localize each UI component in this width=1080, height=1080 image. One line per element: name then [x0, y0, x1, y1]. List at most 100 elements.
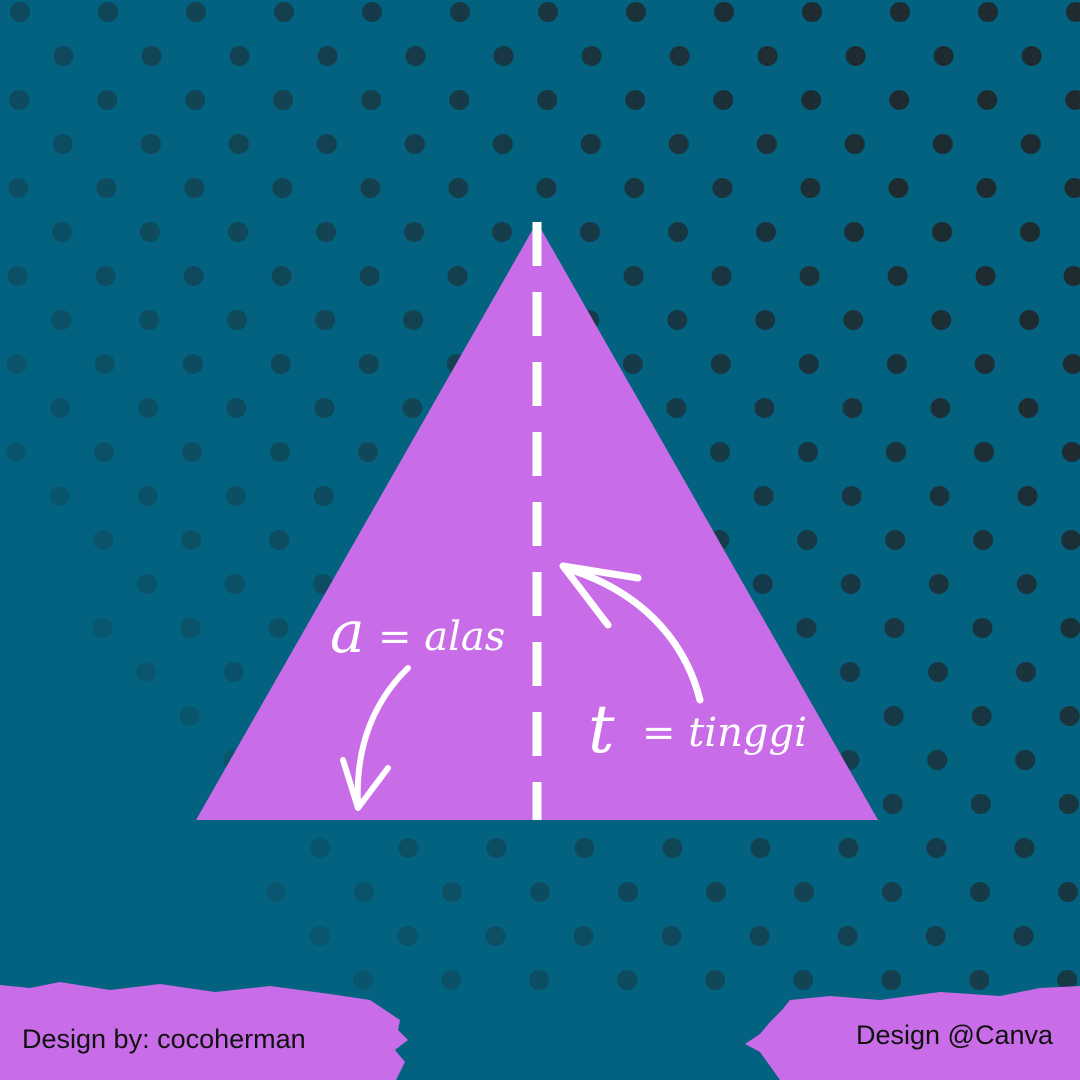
pattern-dot: [797, 530, 818, 550]
pattern-dot: [449, 90, 470, 110]
pattern-dot: [932, 222, 952, 242]
pattern-dot: [404, 134, 425, 154]
pattern-dot: [50, 398, 71, 418]
pattern-dot: [402, 398, 423, 418]
pattern-dot: [752, 574, 773, 594]
pattern-dot: [52, 134, 73, 154]
pattern-dot: [753, 486, 774, 506]
pattern-dot: [136, 574, 157, 594]
pattern-dot: [96, 178, 117, 198]
pattern-dot: [185, 90, 206, 110]
pattern-dot: [269, 530, 290, 550]
pattern-dot: [798, 442, 818, 462]
pattern-dot: [94, 354, 115, 374]
pattern-dot: [53, 46, 74, 66]
pattern-dot: [95, 266, 116, 286]
pattern-dot: [573, 926, 594, 946]
credit-right: Design @Canva: [856, 1020, 1054, 1050]
pattern-dot: [978, 2, 998, 22]
pattern-dot: [397, 926, 418, 946]
pattern-dot: [929, 486, 950, 506]
pattern-dot: [926, 838, 947, 858]
pattern-dot: [838, 838, 859, 858]
pattern-dot: [403, 310, 424, 330]
pattern-dot: [274, 2, 294, 22]
pattern-dot: [140, 134, 161, 154]
pattern-dot: [801, 90, 822, 110]
pattern-dot: [618, 882, 638, 902]
height-symbol-label: t: [588, 691, 615, 768]
pattern-dot: [841, 486, 862, 506]
pattern-dot: [448, 178, 469, 198]
pattern-dot: [6, 354, 27, 374]
pattern-dot: [705, 970, 726, 990]
pattern-dot: [749, 926, 770, 946]
pattern-dot: [932, 134, 953, 154]
pattern-dot: [184, 178, 205, 198]
pattern-dot: [361, 90, 382, 110]
canvas: a = alas t = tinggi Design by: cocoherma…: [0, 0, 1080, 1080]
pattern-dot: [94, 442, 114, 462]
pattern-dot: [668, 134, 689, 154]
pattern-dot: [141, 46, 162, 66]
base-symbol-label: a: [330, 598, 365, 666]
pattern-dot: [273, 90, 294, 110]
pattern-dot: [529, 970, 550, 990]
pattern-dot: [316, 222, 336, 242]
pattern-dot: [581, 46, 602, 66]
pattern-dot: [485, 926, 506, 946]
pattern-dot: [885, 530, 906, 550]
pattern-dot: [713, 90, 734, 110]
pattern-dot: [757, 46, 778, 66]
pattern-dot: [666, 398, 687, 418]
pattern-dot: [10, 2, 30, 22]
pattern-dot: [492, 222, 512, 242]
pattern-dot: [974, 442, 994, 462]
pattern-dot: [972, 618, 993, 638]
pattern-dot: [1013, 926, 1034, 946]
pattern-dot: [315, 310, 336, 330]
pattern-dot: [360, 178, 381, 198]
pattern-dot: [971, 706, 992, 726]
pattern-dot: [309, 926, 330, 946]
pattern-dot: [1059, 706, 1080, 726]
pattern-dot: [794, 882, 814, 902]
pattern-dot: [8, 178, 29, 198]
pattern-dot: [714, 2, 734, 22]
pattern-dot: [136, 662, 156, 682]
pattern-dot: [1020, 222, 1040, 242]
pattern-dot: [844, 222, 864, 242]
pattern-dot: [536, 178, 557, 198]
pattern-dot: [710, 354, 731, 374]
pattern-dot: [845, 46, 866, 66]
pattern-dot: [9, 90, 30, 110]
pattern-dot: [624, 178, 645, 198]
pattern-dot: [927, 750, 948, 770]
pattern-dot: [270, 354, 291, 374]
pattern-dot: [228, 134, 249, 154]
pattern-dot: [229, 46, 250, 66]
pattern-dot: [492, 134, 513, 154]
pattern-dot: [49, 486, 70, 506]
pattern-dot: [840, 574, 861, 594]
pattern-dot: [580, 222, 600, 242]
pattern-dot: [970, 882, 990, 902]
pattern-dot: [354, 882, 374, 902]
pattern-dot: [667, 310, 688, 330]
pattern-dot: [225, 486, 246, 506]
pattern-dot: [228, 222, 248, 242]
pattern-dot: [1020, 134, 1041, 154]
pattern-dot: [530, 882, 550, 902]
pattern-dot: [750, 838, 771, 858]
pattern-dot: [1058, 794, 1079, 814]
pattern-dot: [661, 926, 682, 946]
pattern-dot: [442, 882, 462, 902]
pattern-dot: [793, 970, 814, 990]
pattern-dot: [1060, 618, 1080, 638]
credit-left: Design by: cocoherman: [22, 1024, 306, 1054]
pattern-dot: [890, 2, 910, 22]
pattern-dot: [359, 266, 380, 286]
pattern-dot: [930, 398, 951, 418]
pattern-dot: [7, 266, 28, 286]
pattern-dot: [977, 90, 998, 110]
